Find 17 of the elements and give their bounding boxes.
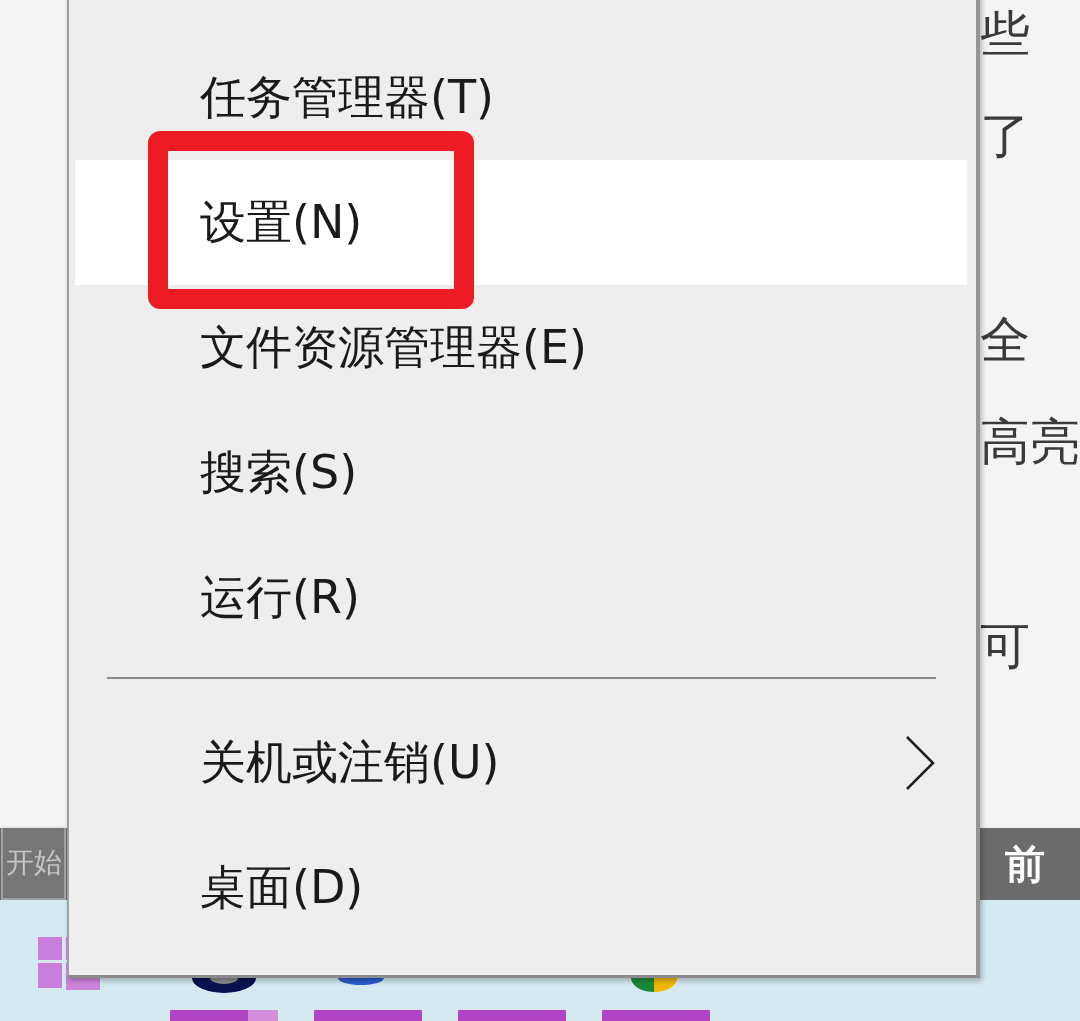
app-icon[interactable] bbox=[338, 978, 384, 985]
menu-item[interactable]: 关机或注销(U) bbox=[75, 700, 967, 825]
document-text: 些 bbox=[980, 4, 1030, 64]
menu-item[interactable]: 任务管理器(T) bbox=[75, 35, 967, 160]
chevron-right-icon bbox=[905, 734, 935, 791]
column-header-text: 前 bbox=[1005, 844, 1045, 884]
document-text: 全 bbox=[980, 310, 1030, 370]
menu-item[interactable]: 设置(N) bbox=[75, 160, 967, 285]
menu-item[interactable]: 搜索(S) bbox=[75, 410, 967, 535]
tooltip: 开始 bbox=[1, 826, 66, 900]
document-text: 了 bbox=[980, 106, 1030, 166]
menu-item[interactable]: 文件资源管理器(E) bbox=[75, 285, 967, 410]
document-text: 高亮 bbox=[980, 412, 1080, 472]
app-icon[interactable] bbox=[192, 978, 256, 993]
document-text: 可 bbox=[980, 616, 1030, 676]
menu-item[interactable]: 运行(R) bbox=[75, 535, 967, 660]
menu-item[interactable]: 桌面(D) bbox=[75, 825, 967, 950]
